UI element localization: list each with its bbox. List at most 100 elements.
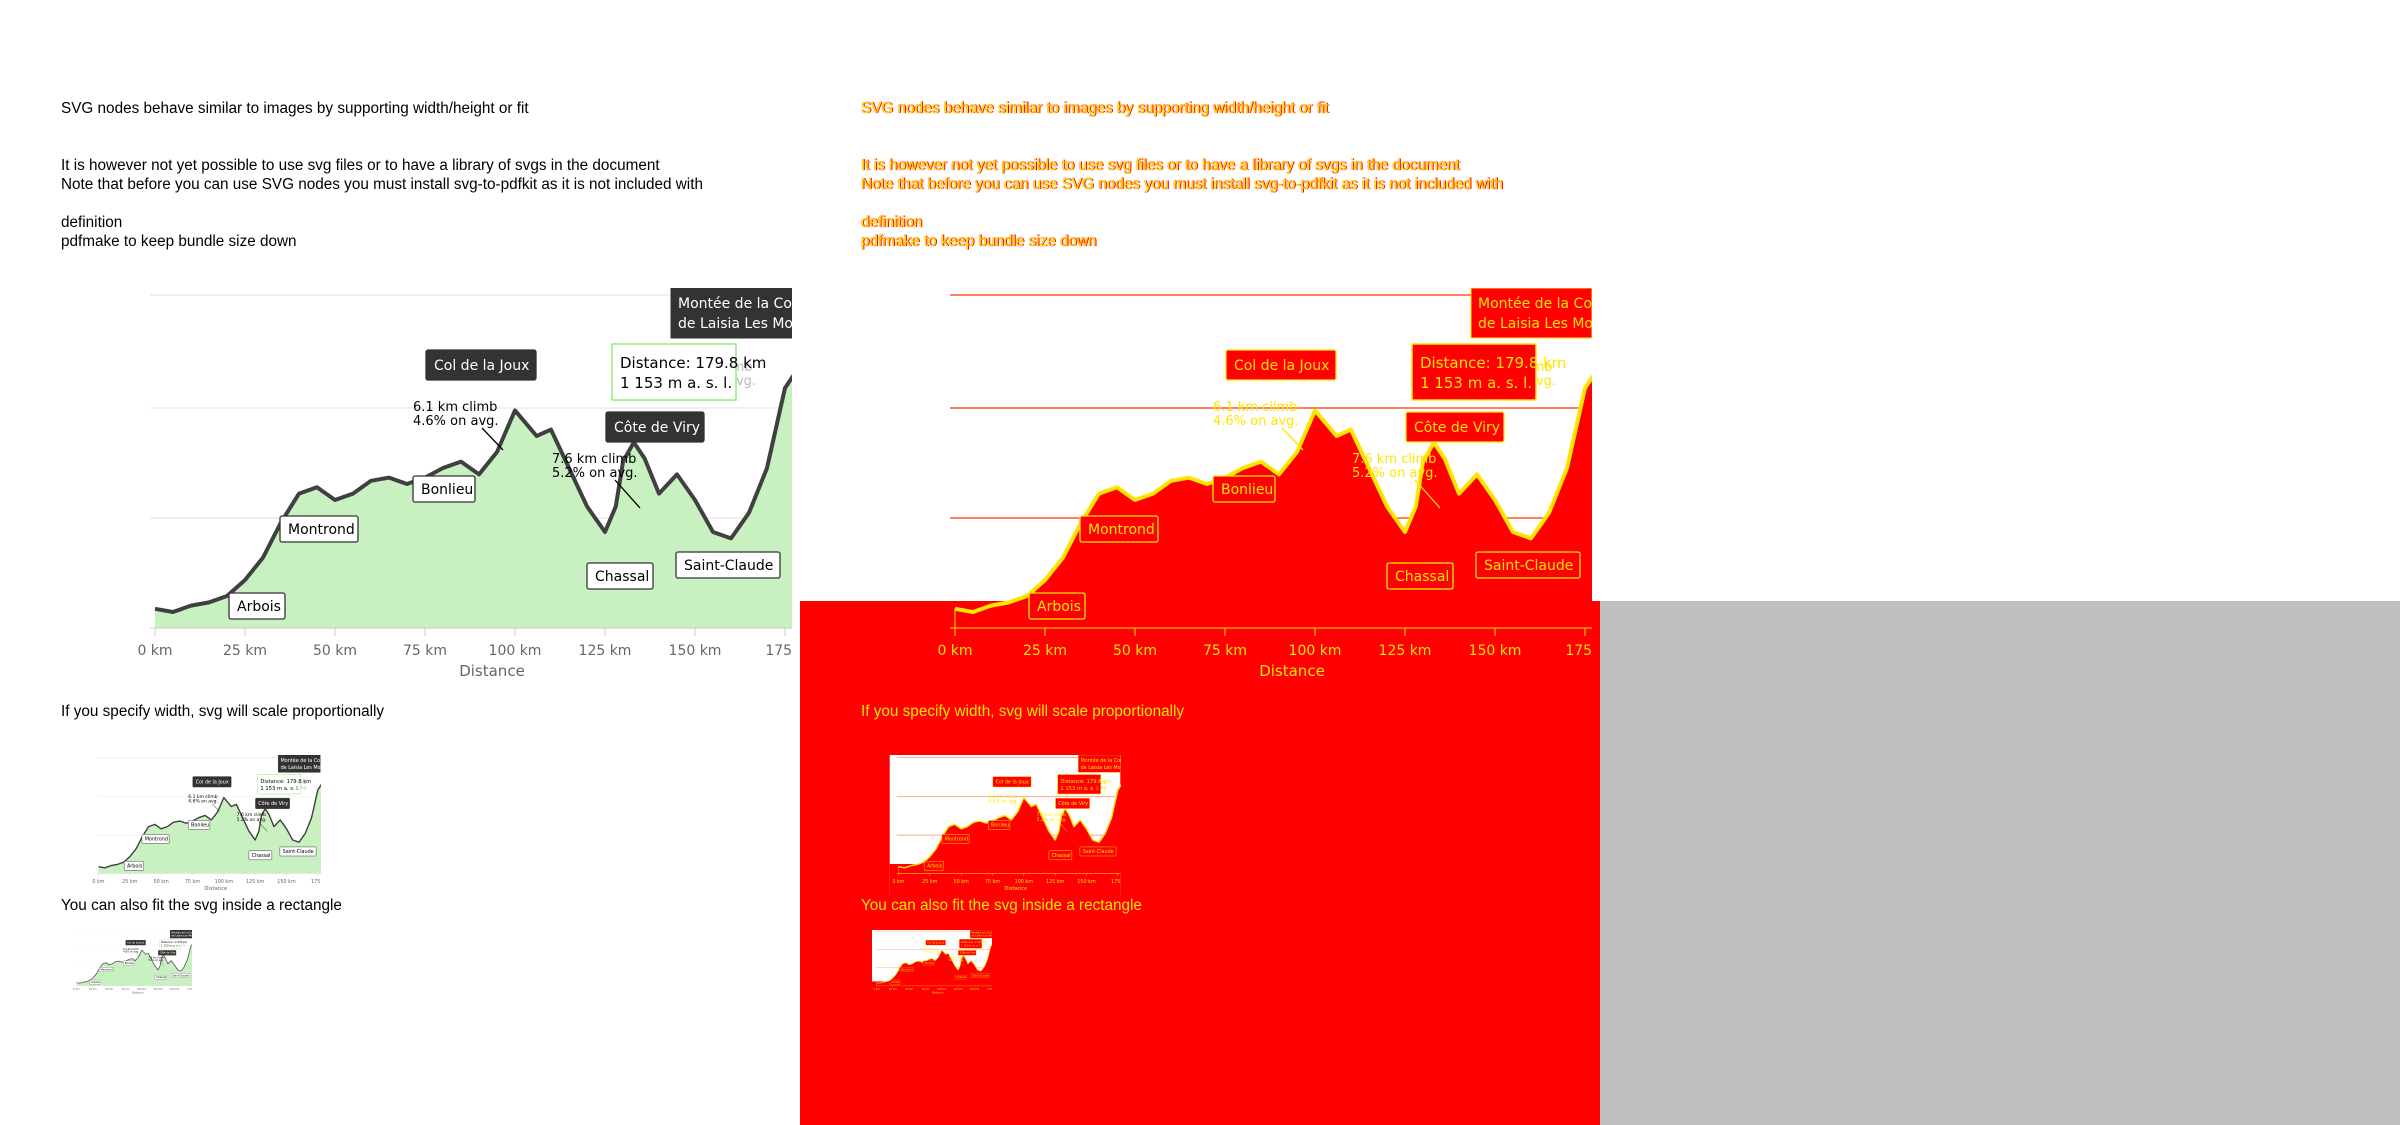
x-tick-label-2: 50 km (905, 988, 914, 991)
climb-1-gradient: 4.6% on avg. (123, 951, 139, 954)
label-chassal: Chassal (954, 975, 967, 980)
label-montrond-text: Montrond (901, 968, 914, 971)
label-montee-line-1: Montée de la Con (171, 931, 192, 934)
diff-width-caption: If you specify width, svg will scale pro… (861, 703, 1185, 720)
x-tick-label-2: 50 km (313, 643, 357, 659)
x-axis-title: Distance (1259, 662, 1325, 680)
climb-1-distance: 6.1 km climb (1213, 400, 1297, 415)
x-tick-label-0: 0 km (137, 643, 172, 659)
x-tick-label-6: 150 km (970, 988, 980, 991)
label-arbois: Arbois (123, 860, 144, 871)
x-tick-label-5: 125 km (1046, 879, 1065, 885)
diff-elevation-chart: 0 km 25 km 50 km 75 km 100 km 125 km 150 km 175… (930, 288, 1592, 690)
diff-elevation-chart-small: 0 km 25 km 50 km 75 km 100 km 125 km 150 km 175… (889, 755, 1121, 895)
label-chassal: Chassal (586, 562, 654, 590)
label-montrond: Montrond (941, 834, 970, 844)
climb-1-gradient: 4.6% on avg. (988, 799, 1018, 805)
climb-1-gradient: 4.6% on avg. (923, 951, 939, 954)
label-montrond: Montrond (141, 834, 170, 844)
label-cote-viry: Côte de Viry (605, 411, 705, 443)
x-axis-title: Distance (132, 991, 144, 995)
intro-line-1: SVG nodes behave similar to images by su… (61, 100, 529, 117)
label-montrond-text: Montrond (1088, 522, 1155, 538)
x-tick-label-3: 75 km (922, 988, 931, 991)
label-cote-viry-text: Côte de Viry (614, 420, 700, 436)
climb-2-gradient: 5.2% on avg. (948, 959, 964, 962)
hover-tooltip-elevation: 1 153 m a. s. l. (620, 374, 732, 392)
label-montrond-text: Montrond (288, 522, 355, 538)
x-tick-label-7: 175 k (1111, 879, 1121, 885)
label-col-joux: Col de la Joux (192, 776, 232, 788)
note-paragraph: Note that before you can use SVG nodes y… (61, 137, 703, 289)
label-bonlieu: Bonlieu (923, 960, 935, 966)
label-col-joux: Col de la Joux (992, 776, 1032, 788)
x-tick-label-7: 175 k (187, 988, 192, 991)
elevation-chart: 0 km 25 km 50 km 75 km 100 km 125 km 150 km 175… (137, 288, 792, 680)
x-tick-label-1: 25 km (922, 879, 938, 885)
label-chassal: Chassal (1048, 850, 1073, 861)
climb-2-gradient: 5.2% on avg. (1037, 817, 1067, 823)
label-cote-viry-text: Côte de Viry (258, 800, 288, 807)
x-axis-title: Distance (204, 886, 227, 892)
label-col-joux: Col de la Joux (925, 940, 946, 946)
hover-tooltip-elevation: 1 153 m a. s. l. (1420, 374, 1532, 392)
x-tick-label-2: 50 km (953, 879, 969, 885)
climb-1-gradient: 4.6% on avg. (188, 799, 218, 805)
label-chassal: Chassal (1386, 562, 1454, 590)
label-chassal-text: Chassal (252, 853, 271, 859)
x-tick-label-5: 125 km (246, 879, 265, 885)
x-tick-label-0: 0 km (92, 879, 104, 885)
label-montee-line-1: Montée de la Con (281, 757, 321, 764)
x-tick-label-1: 25 km (1023, 643, 1067, 659)
x-axis-title: Distance (459, 662, 525, 680)
label-col-joux-text: Col de la Joux (196, 780, 229, 786)
x-axis-title: Distance (1004, 886, 1027, 892)
width-caption: If you specify width, svg will scale pro… (61, 703, 385, 720)
label-bonlieu-text: Bonlieu (1221, 482, 1273, 498)
climb-1-pointer (212, 803, 220, 812)
label-montrond: Montrond (899, 967, 914, 972)
label-saint-claude-text: Saint-Claude (1484, 558, 1573, 574)
label-cote-viry: Côte de Viry (255, 797, 290, 809)
label-arbois-text: Arbois (1037, 599, 1081, 615)
climb-2-gradient: 5.2% on avg. (148, 959, 164, 962)
label-saint-claude-text: Saint-Claude (283, 849, 314, 855)
x-tick-label-3: 75 km (1203, 643, 1247, 659)
label-bonlieu: Bonlieu (988, 820, 1011, 830)
x-tick-label-7: 175 k (765, 643, 792, 659)
label-montee-line-2: de Laisia Les Molu (678, 316, 792, 332)
x-tick-label-5: 125 km (1379, 643, 1432, 659)
label-arbois-text: Arbois (891, 981, 900, 984)
hover-tooltip-elevation: 1 153 m a. s. l. (1060, 786, 1099, 792)
label-montee-line-2: de Laisia Les Molu (171, 935, 192, 938)
x-tick-label-4: 100 km (137, 988, 147, 991)
x-tick-label-5: 125 km (153, 988, 163, 991)
x-tick-label-1: 25 km (223, 643, 267, 659)
climb-1-gradient: 4.6% on avg. (413, 414, 499, 429)
climb-2-gradient: 5.2% on avg. (237, 817, 267, 823)
label-arbois: Arbois (889, 979, 901, 985)
label-montee-line-1: Montée de la Con (678, 296, 792, 312)
x-tick-label-0: 0 km (892, 879, 904, 885)
label-montee-line-2: de Laisia Les Molu (1081, 765, 1121, 771)
fit-caption: You can also fit the svg inside a rectan… (61, 897, 342, 914)
label-chassal: Chassal (248, 850, 273, 861)
x-tick-label-4: 100 km (937, 988, 947, 991)
x-tick-label-5: 125 km (579, 643, 632, 659)
x-tick-label-4: 100 km (489, 643, 542, 659)
note-line-2: pdfmake to keep bundle size down (61, 233, 297, 250)
label-bonlieu-text: Bonlieu (925, 962, 935, 965)
label-col-joux: Col de la Joux (125, 940, 146, 946)
label-bonlieu-text: Bonlieu (421, 482, 473, 498)
label-arbois: Arbois (1028, 592, 1086, 620)
label-arbois-text: Arbois (927, 863, 943, 869)
label-bonlieu: Bonlieu (412, 475, 476, 503)
climb-1-pointer (481, 427, 504, 451)
x-tick-label-2: 50 km (153, 879, 169, 885)
x-tick-label-0: 0 km (937, 643, 972, 659)
label-cote-viry: Côte de Viry (158, 950, 177, 956)
diff-elevation-chart-tiny: 0 km 25 km 50 km 75 km 100 km 125 km 150 km 175… (872, 930, 992, 996)
label-chassal: Chassal (154, 975, 167, 980)
label-chassal-text: Chassal (1395, 569, 1449, 585)
label-arbois: Arbois (89, 979, 101, 985)
